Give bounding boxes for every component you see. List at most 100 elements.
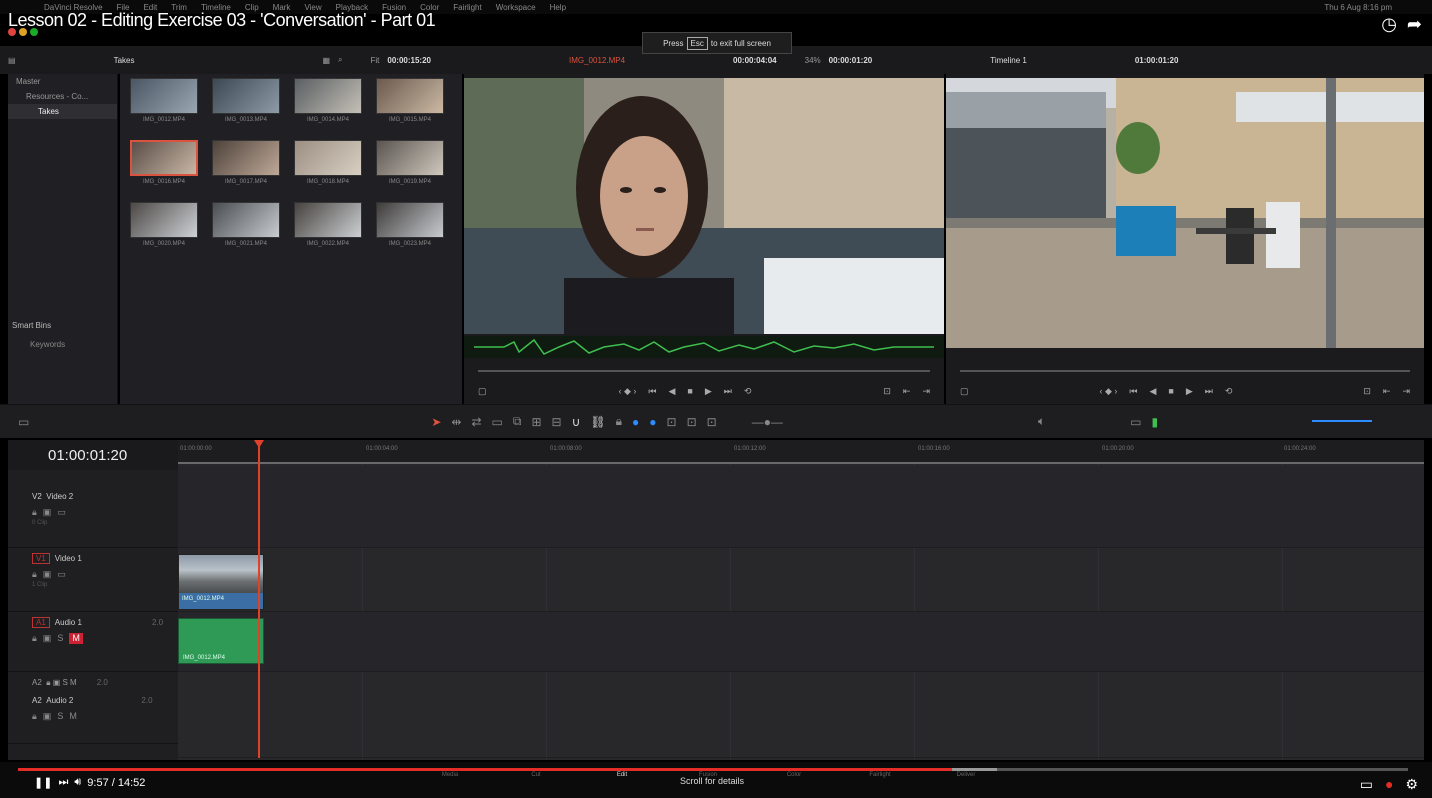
last-frame-icon[interactable]: ⏭ xyxy=(724,386,732,397)
snapping-icon[interactable]: ∪ xyxy=(572,415,581,429)
track-header-v1[interactable]: V1 Video 1 🔒︎ ▣ ▭ 1 Clip xyxy=(8,550,178,612)
linked-selection-icon[interactable]: ⛓ xyxy=(590,415,605,429)
media-thumbnail[interactable]: IMG_0016.MP4 xyxy=(130,140,198,192)
timeline-area[interactable]: 01:00:00:00 01:00:04:00 01:00:08:00 01:0… xyxy=(178,440,1424,760)
blade-tool-icon[interactable]: ▭ xyxy=(492,415,503,429)
first-frame-icon[interactable]: ⏮ xyxy=(1129,386,1137,397)
auto-select-icon[interactable]: ▣ xyxy=(43,569,52,580)
fullscreen-icon[interactable]: ⊡ xyxy=(1363,386,1371,397)
video-progress-bar[interactable] xyxy=(18,768,1408,771)
play-icon[interactable]: ▶ xyxy=(705,386,712,397)
solo-icon[interactable]: S xyxy=(57,711,63,722)
media-thumbnail[interactable]: IMG_0022.MP4 xyxy=(294,202,362,254)
media-thumbnail[interactable]: IMG_0012.MP4 xyxy=(130,78,198,130)
mark-out-icon[interactable]: ⇥ xyxy=(1402,386,1410,397)
selection-tool-icon[interactable]: ➤ xyxy=(431,415,441,429)
stop-icon[interactable]: ■ xyxy=(687,386,692,397)
lock-icon[interactable]: 🔒︎ xyxy=(32,569,37,580)
marker-icon[interactable]: ● xyxy=(649,415,656,429)
media-thumbnail[interactable]: IMG_0023.MP4 xyxy=(376,202,444,254)
zoom-select[interactable]: Fit xyxy=(371,56,380,65)
replace-clip-icon[interactable]: ⊟ xyxy=(552,415,562,429)
mark-clip-icon[interactable]: ⊡ xyxy=(883,386,891,397)
media-thumbnail[interactable]: IMG_0015.MP4 xyxy=(376,78,444,130)
destination-control[interactable]: A1 xyxy=(32,617,50,628)
bin-master[interactable]: Master xyxy=(8,74,117,89)
volume-slider[interactable] xyxy=(1312,420,1372,422)
zoom-window-button[interactable] xyxy=(30,28,38,36)
solo-icon[interactable]: S xyxy=(57,633,63,644)
track-a2[interactable] xyxy=(178,672,1424,758)
timeline-frame[interactable] xyxy=(946,78,1424,348)
loop-icon[interactable]: ⟲ xyxy=(1225,386,1233,397)
page-tab-media[interactable]: Media xyxy=(430,772,470,778)
mark-in-icon[interactable]: ⇤ xyxy=(903,386,911,397)
autoplay-icon[interactable]: ● xyxy=(1385,776,1393,793)
close-window-button[interactable] xyxy=(8,28,16,36)
volume-icon[interactable]: 🔈︎ xyxy=(1038,414,1045,429)
audio-clip[interactable]: IMG_0012.MP4 xyxy=(178,618,264,664)
timeline-select[interactable]: Timeline 1 xyxy=(990,56,1027,65)
first-frame-icon[interactable]: ⏮ xyxy=(648,386,656,397)
page-tab-fairlight[interactable]: Fairlight xyxy=(860,772,900,778)
zoom-detail-icon[interactable]: ⊡ xyxy=(687,415,697,429)
source-frame[interactable] xyxy=(464,78,944,334)
destination-control[interactable]: V1 xyxy=(32,553,50,564)
page-tab-cut[interactable]: Cut xyxy=(516,772,556,778)
zoom-custom-icon[interactable]: ⊡ xyxy=(707,415,717,429)
insert-clip-icon[interactable]: ⧉ xyxy=(513,414,522,429)
auto-select-icon[interactable]: ▣ xyxy=(43,711,52,722)
mute-icon[interactable]: M xyxy=(69,711,77,722)
dynamic-trim-icon[interactable]: ⇄ xyxy=(471,415,481,429)
overwrite-clip-icon[interactable]: ⊞ xyxy=(531,415,541,429)
zoom-slider[interactable]: —●— xyxy=(752,415,783,429)
auto-select-icon[interactable]: ▣ xyxy=(43,633,52,644)
track-visibility-icon[interactable]: ▭ xyxy=(57,569,66,580)
timeline-view-options-icon[interactable]: ▭ xyxy=(18,415,29,429)
media-thumbnail[interactable]: IMG_0021.MP4 xyxy=(212,202,280,254)
mark-in-icon[interactable]: ⇤ xyxy=(1383,386,1391,397)
trim-tool-icon[interactable]: ⇹ xyxy=(451,415,461,429)
track-header-a1[interactable]: A1 Audio 1 2.0 🔒︎ ▣ S M xyxy=(8,614,178,672)
track-visibility-icon[interactable]: ▭ xyxy=(57,507,66,518)
subtitles-icon[interactable]: ▭ xyxy=(1360,776,1373,793)
playhead[interactable] xyxy=(258,440,260,758)
video-clip[interactable]: IMG_0012.MP4 xyxy=(178,554,264,610)
zoom-full-icon[interactable]: ⊡ xyxy=(667,415,677,429)
play-icon[interactable]: ▶ xyxy=(1186,386,1193,397)
timeline-zoom-select[interactable]: 34% xyxy=(805,56,821,65)
mixer-icon[interactable]: ▭ xyxy=(1130,415,1141,429)
menu-item[interactable]: Workspace xyxy=(496,3,536,12)
mute-icon[interactable]: M xyxy=(69,633,83,644)
page-tab-edit[interactable]: Edit xyxy=(602,772,642,778)
pause-icon[interactable]: ❚❚ xyxy=(34,776,52,789)
source-view-icon[interactable]: ▢ xyxy=(478,386,487,397)
share-icon[interactable]: ➦ xyxy=(1407,14,1422,35)
stop-icon[interactable]: ■ xyxy=(1168,386,1173,397)
reverse-play-icon[interactable]: ◀ xyxy=(668,386,675,397)
timeline-view-icon[interactable]: ▢ xyxy=(960,386,969,397)
source-clip-name[interactable]: IMG_0012.MP4 xyxy=(569,56,625,65)
page-tab-deliver[interactable]: Deliver xyxy=(946,772,986,778)
lock-icon[interactable]: 🔒︎ xyxy=(32,507,37,518)
track-v1[interactable] xyxy=(178,548,1424,612)
last-frame-icon[interactable]: ⏭ xyxy=(1205,386,1213,397)
bin-takes[interactable]: Takes xyxy=(8,104,117,119)
auto-select-icon[interactable]: ▣ xyxy=(43,507,52,518)
volume-icon[interactable]: 🔊︎ xyxy=(74,776,81,789)
timeline-scrubber[interactable] xyxy=(960,370,1410,372)
watch-later-icon[interactable]: ◷ xyxy=(1381,14,1397,35)
list-view-icon[interactable]: ▦ xyxy=(322,56,330,65)
mark-out-icon[interactable]: ⇥ xyxy=(922,386,930,397)
source-scrubber[interactable] xyxy=(478,370,930,372)
media-thumbnail[interactable]: IMG_0020.MP4 xyxy=(130,202,198,254)
loop-icon[interactable]: ⟲ xyxy=(744,386,752,397)
settings-icon[interactable]: ⚙ xyxy=(1405,776,1418,793)
reverse-play-icon[interactable]: ◀ xyxy=(1149,386,1156,397)
track-a1[interactable] xyxy=(178,612,1424,672)
menu-item[interactable]: Help xyxy=(550,3,566,12)
lock-icon[interactable]: 🔒︎ xyxy=(32,711,37,722)
search-icon[interactable]: ⌕ xyxy=(338,55,342,65)
media-thumbnail[interactable]: IMG_0017.MP4 xyxy=(212,140,280,192)
track-header-v2[interactable]: V2 Video 2 🔒︎ ▣ ▭ 0 Clip xyxy=(8,488,178,548)
